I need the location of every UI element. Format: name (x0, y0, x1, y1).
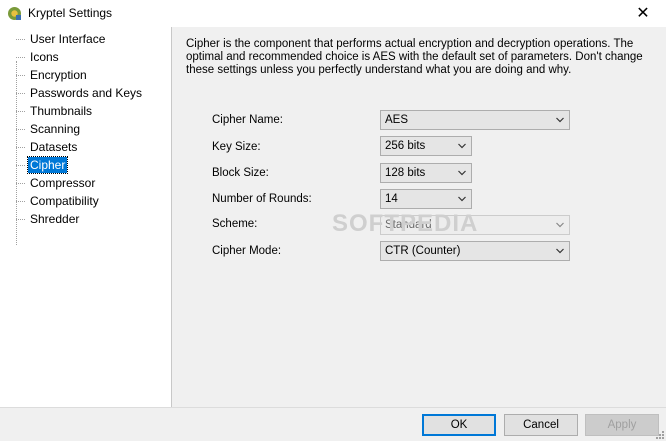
ok-button[interactable]: OK (422, 414, 496, 436)
block-size-select[interactable]: 128 bits (380, 163, 472, 183)
sidebar-item-label: Icons (30, 50, 59, 64)
key-size-select[interactable]: 256 bits (380, 136, 472, 156)
sidebar-item-datasets[interactable]: Datasets (16, 138, 166, 156)
number-of-rounds-label: Number of Rounds: (212, 193, 312, 205)
sidebar-item-label: Scanning (30, 122, 81, 136)
window-title: Kryptel Settings (28, 6, 113, 20)
settings-tree[interactable]: User Interface Icons Encryption Password… (0, 27, 172, 407)
sidebar-item-thumbnails[interactable]: Thumbnails (16, 102, 166, 120)
cipher-mode-label: Cipher Mode: (212, 245, 282, 257)
scheme-label: Scheme: (212, 218, 258, 230)
kryptel-app-icon (8, 7, 21, 20)
chevron-down-icon (556, 117, 564, 123)
number-of-rounds-select[interactable]: 14 (380, 189, 472, 209)
sidebar-item-icons[interactable]: Icons (16, 48, 166, 66)
chevron-down-icon (458, 143, 466, 149)
chevron-down-icon (458, 170, 466, 176)
cipher-mode-value: CTR (Counter) (385, 245, 461, 257)
sidebar-item-label: User Interface (30, 32, 106, 46)
chevron-down-icon (458, 196, 466, 202)
cipher-description: Cipher is the component that performs ac… (186, 38, 643, 76)
key-size-value: 256 bits (385, 140, 426, 152)
block-size-value: 128 bits (385, 167, 426, 179)
sidebar-item-passwords-and-keys[interactable]: Passwords and Keys (16, 84, 166, 102)
close-icon: ✕ (636, 5, 650, 22)
sidebar-item-label: Thumbnails (30, 104, 93, 118)
cipher-name-label: Cipher Name: (212, 114, 283, 126)
sidebar-item-compatibility[interactable]: Compatibility (16, 192, 166, 210)
sidebar-item-label: Passwords and Keys (30, 86, 143, 100)
sidebar-item-label: Encryption (30, 68, 87, 82)
cipher-settings-panel: Cipher is the component that performs ac… (172, 27, 666, 407)
sidebar-item-label: Cipher (26, 156, 69, 174)
key-size-label: Key Size: (212, 141, 261, 153)
number-of-rounds-value: 14 (385, 193, 398, 205)
sidebar-item-cipher[interactable]: Cipher (16, 156, 166, 174)
close-button[interactable]: ✕ (620, 0, 666, 27)
sidebar-item-label: Datasets (30, 140, 78, 154)
sidebar-item-user-interface[interactable]: User Interface (16, 30, 166, 48)
title-bar[interactable]: Kryptel Settings ✕ (0, 0, 666, 27)
cancel-button[interactable]: Cancel (504, 414, 578, 436)
cipher-name-select[interactable]: AES (380, 110, 570, 130)
chevron-down-icon (556, 248, 564, 254)
sidebar-item-label: Compressor (30, 176, 96, 190)
sidebar-item-shredder[interactable]: Shredder (16, 210, 166, 228)
sidebar-item-scanning[interactable]: Scanning (16, 120, 166, 138)
cipher-name-value: AES (385, 114, 409, 126)
block-size-label: Block Size: (212, 167, 269, 179)
cipher-mode-select[interactable]: CTR (Counter) (380, 241, 570, 261)
sidebar-item-label: Compatibility (30, 194, 99, 208)
apply-button[interactable]: Apply (585, 414, 659, 436)
sidebar-item-compressor[interactable]: Compressor (16, 174, 166, 192)
chevron-down-icon (556, 222, 564, 228)
resize-grip-icon[interactable] (654, 429, 664, 439)
sidebar-item-label: Shredder (30, 212, 80, 226)
softpedia-watermark: SOFTPEDIA (332, 210, 479, 237)
sidebar-item-encryption[interactable]: Encryption (16, 66, 166, 84)
dialog-footer: OK Cancel Apply (0, 407, 666, 441)
